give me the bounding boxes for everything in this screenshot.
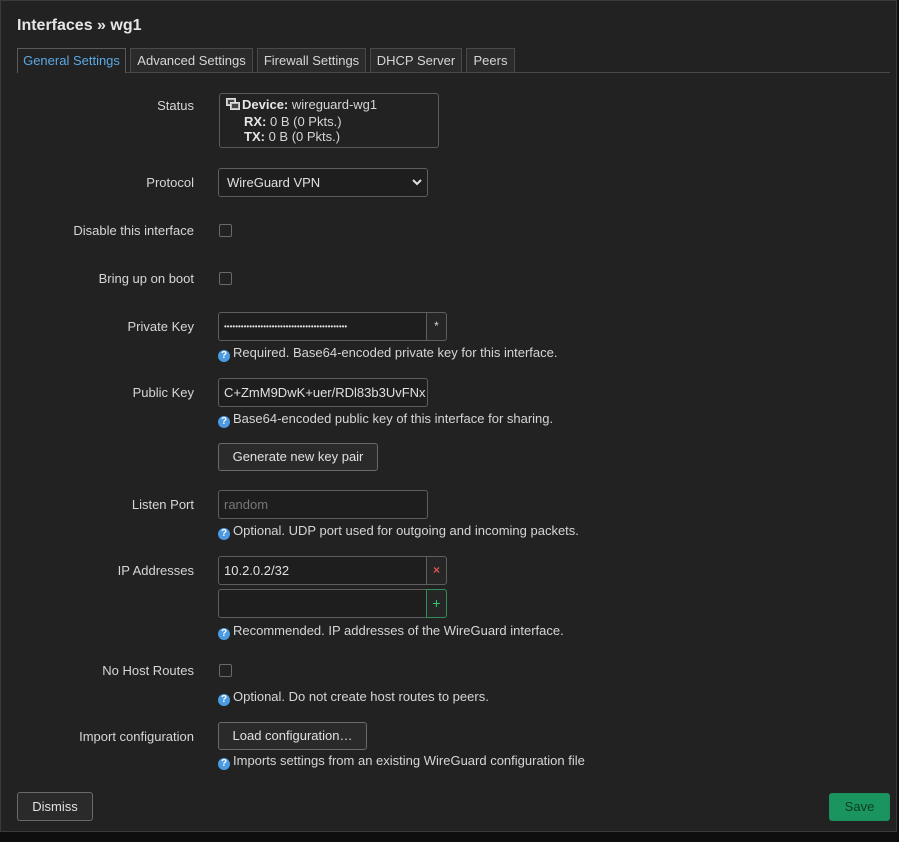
network-device-icon: [226, 98, 240, 114]
tab-dhcp-server[interactable]: DHCP Server: [370, 48, 462, 72]
reveal-key-button[interactable]: *: [426, 312, 447, 341]
disable-label: Disable this interface: [73, 223, 194, 238]
tx-value: 0 B (0 Pkts.): [268, 129, 341, 144]
no-host-routes-checkbox[interactable]: [219, 664, 232, 677]
generate-key-pair-button[interactable]: Generate new key pair: [218, 443, 378, 471]
help-icon: ?: [218, 758, 230, 770]
dismiss-button[interactable]: Dismiss: [17, 792, 93, 821]
import-config-label: Import configuration: [79, 729, 194, 744]
help-icon: ?: [218, 416, 230, 428]
protocol-value: WireGuard VPN: [227, 175, 321, 190]
tab-firewall-settings[interactable]: Firewall Settings: [257, 48, 366, 72]
ip-address-input[interactable]: 10.2.0.2/32: [218, 556, 427, 585]
private-key-input[interactable]: ••••••••••••••••••••••••••••••••••••••••…: [218, 312, 427, 341]
private-key-hint-text: Required. Base64-encoded private key for…: [233, 345, 558, 360]
protocol-select[interactable]: WireGuard VPN: [218, 168, 428, 197]
tab-general-settings[interactable]: General Settings: [17, 48, 126, 73]
tab-advanced-settings[interactable]: Advanced Settings: [130, 48, 253, 72]
private-key-hint: ? Required. Base64-encoded private key fo…: [218, 345, 557, 362]
disable-checkbox[interactable]: [219, 224, 232, 237]
import-config-hint: ? Imports settings from an existing WireG…: [218, 753, 585, 770]
import-config-hint-text: Imports settings from an existing WireGu…: [233, 753, 585, 768]
no-host-routes-hint-text: Optional. Do not create host routes to p…: [233, 689, 489, 704]
listen-port-placeholder: random: [224, 497, 269, 512]
tab-bar: General Settings Advanced Settings Firew…: [17, 48, 890, 73]
load-configuration-button[interactable]: Load configuration…: [218, 722, 367, 750]
protocol-label: Protocol: [146, 175, 194, 190]
ip-addresses-hint-text: Recommended. IP addresses of the WireGua…: [233, 623, 564, 638]
tx-key: TX:: [244, 129, 265, 144]
help-icon: ?: [218, 528, 230, 540]
interface-dialog: Interfaces » wg1 General Settings Advanc…: [0, 0, 897, 832]
public-key-input[interactable]: C+ZmM9DwK+uer/RDl83b3UvFNx: [218, 378, 428, 407]
status-box: Device: wireguard-wg1 RX: 0 B (0 Pkts.) …: [219, 93, 439, 148]
device-value: wireguard-wg1: [291, 97, 378, 112]
help-icon: ?: [218, 694, 230, 706]
help-icon: ?: [218, 350, 230, 362]
ip-addresses-hint: ? Recommended. IP addresses of the WireGu…: [218, 623, 564, 640]
add-ip-button[interactable]: +: [426, 589, 447, 618]
listen-port-label: Listen Port: [131, 497, 194, 512]
dialog-title: Interfaces » wg1: [17, 17, 142, 34]
tab-peers[interactable]: Peers: [466, 48, 515, 72]
device-key: Device:: [242, 97, 289, 112]
no-host-routes-label: No Host Routes: [102, 663, 194, 678]
no-host-routes-hint: ? Optional. Do not create host routes to …: [218, 689, 489, 706]
ip-addresses-label: IP Addresses: [117, 563, 194, 578]
remove-ip-button[interactable]: ×: [426, 556, 447, 585]
status-label: Status: [157, 98, 194, 113]
save-button[interactable]: Save: [829, 793, 890, 821]
public-key-hint: ? Base64-encoded public key of this inter…: [218, 411, 553, 428]
help-icon: ?: [218, 628, 230, 640]
new-ip-address-input[interactable]: [218, 589, 427, 618]
rx-value: 0 B (0 Pkts.): [270, 114, 342, 129]
public-key-hint-text: Base64-encoded public key of this interf…: [233, 411, 554, 426]
listen-port-hint-text: Optional. UDP port used for outgoing and…: [233, 523, 579, 538]
rx-key: RX:: [244, 114, 267, 129]
chevron-down-icon: [411, 169, 423, 205]
private-key-label: Private Key: [127, 319, 194, 334]
public-key-label: Public Key: [132, 385, 194, 400]
listen-port-input[interactable]: random: [218, 490, 428, 519]
bootup-label: Bring up on boot: [98, 271, 194, 286]
listen-port-hint: ? Optional. UDP port used for outgoing an…: [218, 523, 579, 540]
bootup-checkbox[interactable]: [219, 272, 232, 285]
